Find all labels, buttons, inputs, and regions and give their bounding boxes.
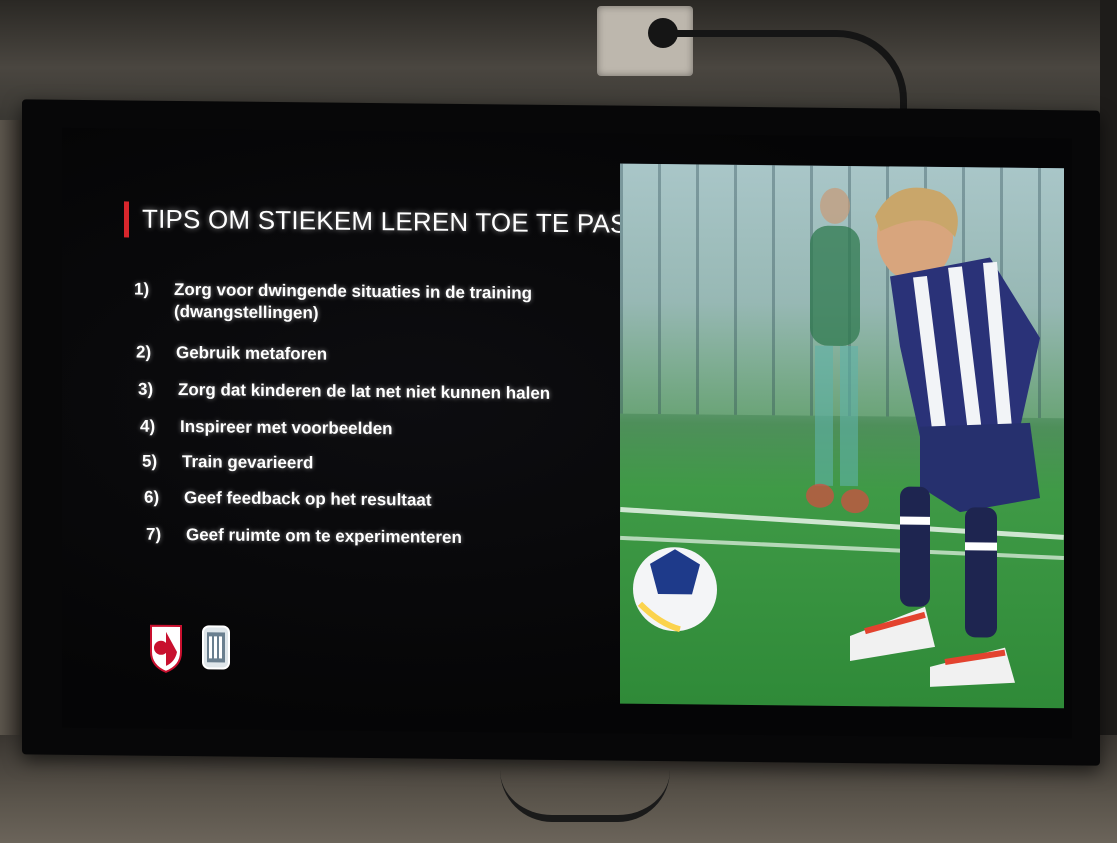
tv-screen: TIPS OM STIEKEM LEREN TOE TE PASSEN 1) Z… xyxy=(62,127,1072,739)
tip-text: Gebruik metaforen xyxy=(176,342,328,364)
tip-text: Inspireer met voorbeelden xyxy=(180,417,393,439)
club-crest-logo xyxy=(202,625,230,670)
wall-right xyxy=(1100,0,1117,843)
tip-number: 5) xyxy=(142,451,158,471)
player-illustration xyxy=(633,187,1040,687)
list-item: 3) Zorg dat kinderen de lat net niet kun… xyxy=(138,379,550,405)
tip-number: 2) xyxy=(136,342,152,362)
tip-number: 6) xyxy=(144,487,160,507)
tip-number: 3) xyxy=(138,379,154,399)
list-item: 5) Train gevarieerd xyxy=(142,451,313,475)
logos xyxy=(147,622,235,675)
list-item: 4) Inspireer met voorbeelden xyxy=(140,416,393,441)
fc-utrecht-logo xyxy=(150,624,182,673)
tv-photo-scene: TIPS OM STIEKEM LEREN TOE TE PASSEN 1) Z… xyxy=(0,0,1117,843)
tip-number: 4) xyxy=(140,416,156,436)
tip-text: Zorg voor dwingende situaties in de trai… xyxy=(174,279,532,327)
tip-number: 1) xyxy=(134,279,150,299)
list-item: 6) Geef feedback op het resultaat xyxy=(144,487,432,512)
hanging-cable xyxy=(500,770,670,822)
television: TIPS OM STIEKEM LEREN TOE TE PASSEN 1) Z… xyxy=(22,99,1100,766)
list-item: 2) Gebruik metaforen xyxy=(136,342,327,366)
tip-text: Zorg dat kinderen de lat net niet kunnen… xyxy=(178,379,551,403)
title-accent-bar xyxy=(124,201,129,238)
tip-text: Geef feedback op het resultaat xyxy=(184,488,432,510)
tip-text: Train gevarieerd xyxy=(182,452,314,473)
tip-text: Geef ruimte om te experimenteren xyxy=(186,525,462,547)
tip-number: 7) xyxy=(146,524,162,544)
list-item: 7) Geef ruimte om te experimenteren xyxy=(146,524,462,549)
tip-line: (dwangstellingen) xyxy=(174,301,319,323)
wall-left xyxy=(0,120,22,760)
tip-line: Zorg voor dwingende situaties in de trai… xyxy=(174,279,532,303)
youth-football-player-photo xyxy=(620,163,1064,709)
list-item: 1) Zorg voor dwingende situaties in de t… xyxy=(134,279,532,327)
slide-title: TIPS OM STIEKEM LEREN TOE TE PASSEN xyxy=(142,203,682,240)
